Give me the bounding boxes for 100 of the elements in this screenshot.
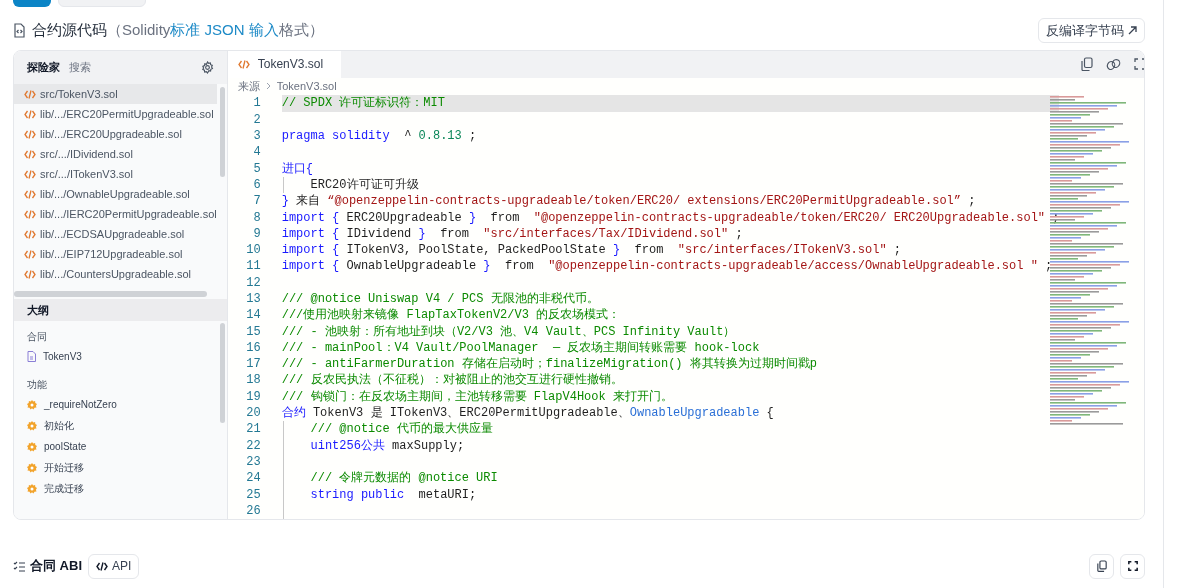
breadcrumb-item[interactable]: 来源 [237, 77, 260, 95]
file-item[interactable]: lib/.../CountersUpgradeable.sol [14, 264, 217, 284]
code-icon [24, 149, 36, 159]
line-number: 2 [252, 111, 261, 129]
code-icon [24, 169, 36, 179]
code-line: import { IDividend } from "src/interfaces/Tax/IDividend.sol" ; [281, 225, 743, 243]
section-title: 合约源代码 [32, 20, 107, 41]
explorer-tab[interactable]: 探险家 [27, 59, 60, 76]
abi-title: 合同 ABI [30, 557, 82, 576]
code-icon [24, 269, 36, 279]
file-item[interactable]: lib/.../OwnableUpgradeable.sol [14, 184, 217, 204]
line-number: 15 [245, 323, 261, 341]
scrollbar-thumb[interactable] [14, 291, 207, 297]
code-line: 进口{ [281, 160, 313, 178]
outline-item[interactable]: poolState [14, 436, 227, 457]
outline-title: 大纲 [27, 302, 49, 318]
code-icon [24, 189, 36, 199]
code-icon [96, 561, 108, 571]
explorer-tab[interactable]: 搜索 [69, 59, 91, 76]
outline-item[interactable]: TokenV3 [14, 346, 227, 367]
line-number: 18 [245, 372, 261, 390]
decompile-bytecode-button[interactable]: 反编译字节码 [1038, 18, 1145, 43]
gear-icon [27, 462, 37, 473]
copy-icon [1096, 560, 1107, 572]
line-number: 23 [245, 453, 261, 471]
code-line: pragma solidity ^ 0.8.13 ; [281, 128, 477, 146]
file-item[interactable]: src/.../ITokenV3.sol [14, 164, 217, 184]
code-line: /// 钩锁门：在反农场主期间，主池转移需要 FlapV4Hook 来打开门。 [281, 388, 673, 406]
copy-icon[interactable] [1081, 57, 1094, 72]
code-line: ///使用池映射来镜像 FlapTaxTokenV2/V3 的反农场模式： [281, 307, 621, 325]
file-item[interactable]: lib/.../ERC20Upgradeable.sol [14, 124, 217, 144]
gear-icon [27, 399, 37, 410]
fullscreen-button[interactable] [1120, 553, 1145, 579]
line-number: 17 [245, 356, 261, 374]
checklist-icon [13, 560, 25, 572]
line-number: 4 [252, 144, 261, 162]
gear-icon [27, 483, 37, 494]
line-number: 7 [252, 193, 261, 211]
outline-item[interactable]: 初始化 [14, 415, 227, 436]
scrollbar-thumb[interactable] [219, 323, 225, 423]
outline-item[interactable]: 完成迁移 [14, 478, 227, 499]
line-number: 19 [245, 388, 261, 406]
code-line: /// @notice 代币的最大供应量 [309, 421, 493, 439]
line-number: 25 [245, 486, 261, 504]
line-number: 24 [245, 470, 261, 488]
breadcrumb-item[interactable]: TokenV3.sol [276, 77, 337, 95]
file-item[interactable]: lib/.../ERC20PermitUpgradeable.sol [14, 104, 217, 124]
outline-group-label: 合同 [26, 329, 48, 344]
code-line: ERC20许可证可升级 [309, 176, 419, 194]
code-line: string public metaURI; [309, 486, 477, 504]
line-number: 1 [252, 95, 261, 113]
line-number: 10 [245, 242, 261, 260]
code-line: import { OwnableUpgradeable } from "@openzeppelin-contracts-upgradeable/access/OwnableUpgradeable.sol " ; [281, 258, 1053, 276]
api-button[interactable]: API [88, 553, 140, 579]
external-arrow-icon [1128, 26, 1137, 35]
file-icon [27, 351, 36, 362]
fullscreen-icon[interactable] [1134, 58, 1144, 71]
file-item[interactable]: src/TokenV3.sol [14, 84, 217, 104]
code-icon [24, 229, 36, 239]
gear-icon [27, 441, 37, 452]
line-number: 14 [245, 307, 261, 325]
code-icon [24, 209, 36, 219]
format-link[interactable]: 标准 JSON 输入 [170, 21, 279, 39]
gear-icon [27, 420, 37, 431]
link-icon[interactable] [1106, 57, 1122, 71]
code-icon [237, 59, 250, 69]
code-line: 合约 TokenV3 是 ITokenV3、ERC20PermitUpgradeable、OwnableUpgradeable { [281, 405, 774, 422]
fullscreen-icon [1127, 561, 1138, 571]
line-number: 13 [245, 291, 261, 308]
code-line: /// - 池映射：所有地址到块（V2/V3 池、V4 Vault、PCS Infinity Vault） [281, 323, 736, 341]
line-number: 5 [252, 160, 261, 178]
settings-icon[interactable] [200, 61, 214, 74]
line-number: 12 [245, 274, 261, 292]
file-item[interactable]: lib/.../IERC20PermitUpgradeable.sol [14, 204, 217, 224]
code-line: /// - mainPool：V4 Vault/PoolManager — 反农场主期间转账需要 hook-lock [281, 339, 760, 357]
file-item[interactable]: lib/.../ECDSAUpgradeable.sol [14, 224, 217, 244]
chevron-icon [265, 82, 271, 91]
code-line: import { ITokenV3, PoolState, PackedPoolState } from "src/interfaces/ITokenV3.sol" ; [281, 242, 902, 260]
code-line: /// 反农民执法（不征税）：对被阻止的池交互进行硬性撤销。 [281, 372, 623, 390]
code-line: // SPDX 许可证标识符：MIT [281, 95, 445, 113]
line-number: 21 [245, 421, 261, 439]
line-number: 8 [252, 209, 261, 227]
code-line: /// - antiFarmerDuration 存储在启动时；finalizeMigration() 将其转换为过期时间戳p [281, 356, 817, 373]
format-note: （Solidity标准 JSON 输入格式） [107, 20, 324, 41]
code-file-icon [13, 23, 26, 38]
file-item[interactable]: lib/.../EIP712Upgradeable.sol [14, 244, 217, 264]
scrollbar-thumb[interactable] [219, 87, 225, 177]
code-line: /// 令牌元数据的 @notice URI [309, 470, 498, 488]
outline-item[interactable]: _requireNotZero [14, 394, 227, 415]
line-number: 22 [245, 437, 261, 455]
code-icon [24, 109, 36, 119]
file-tab[interactable]: TokenV3.sol [227, 51, 341, 78]
code-line: uint256公共 maxSupply; [309, 437, 465, 455]
outline-item[interactable]: 开始迁移 [14, 457, 227, 478]
copy-button[interactable] [1089, 553, 1114, 579]
line-number: 11 [245, 258, 261, 276]
line-number: 6 [252, 176, 261, 194]
code-icon [24, 129, 36, 139]
file-item[interactable]: src/.../IDividend.sol [14, 144, 217, 164]
line-number: 3 [252, 128, 261, 146]
